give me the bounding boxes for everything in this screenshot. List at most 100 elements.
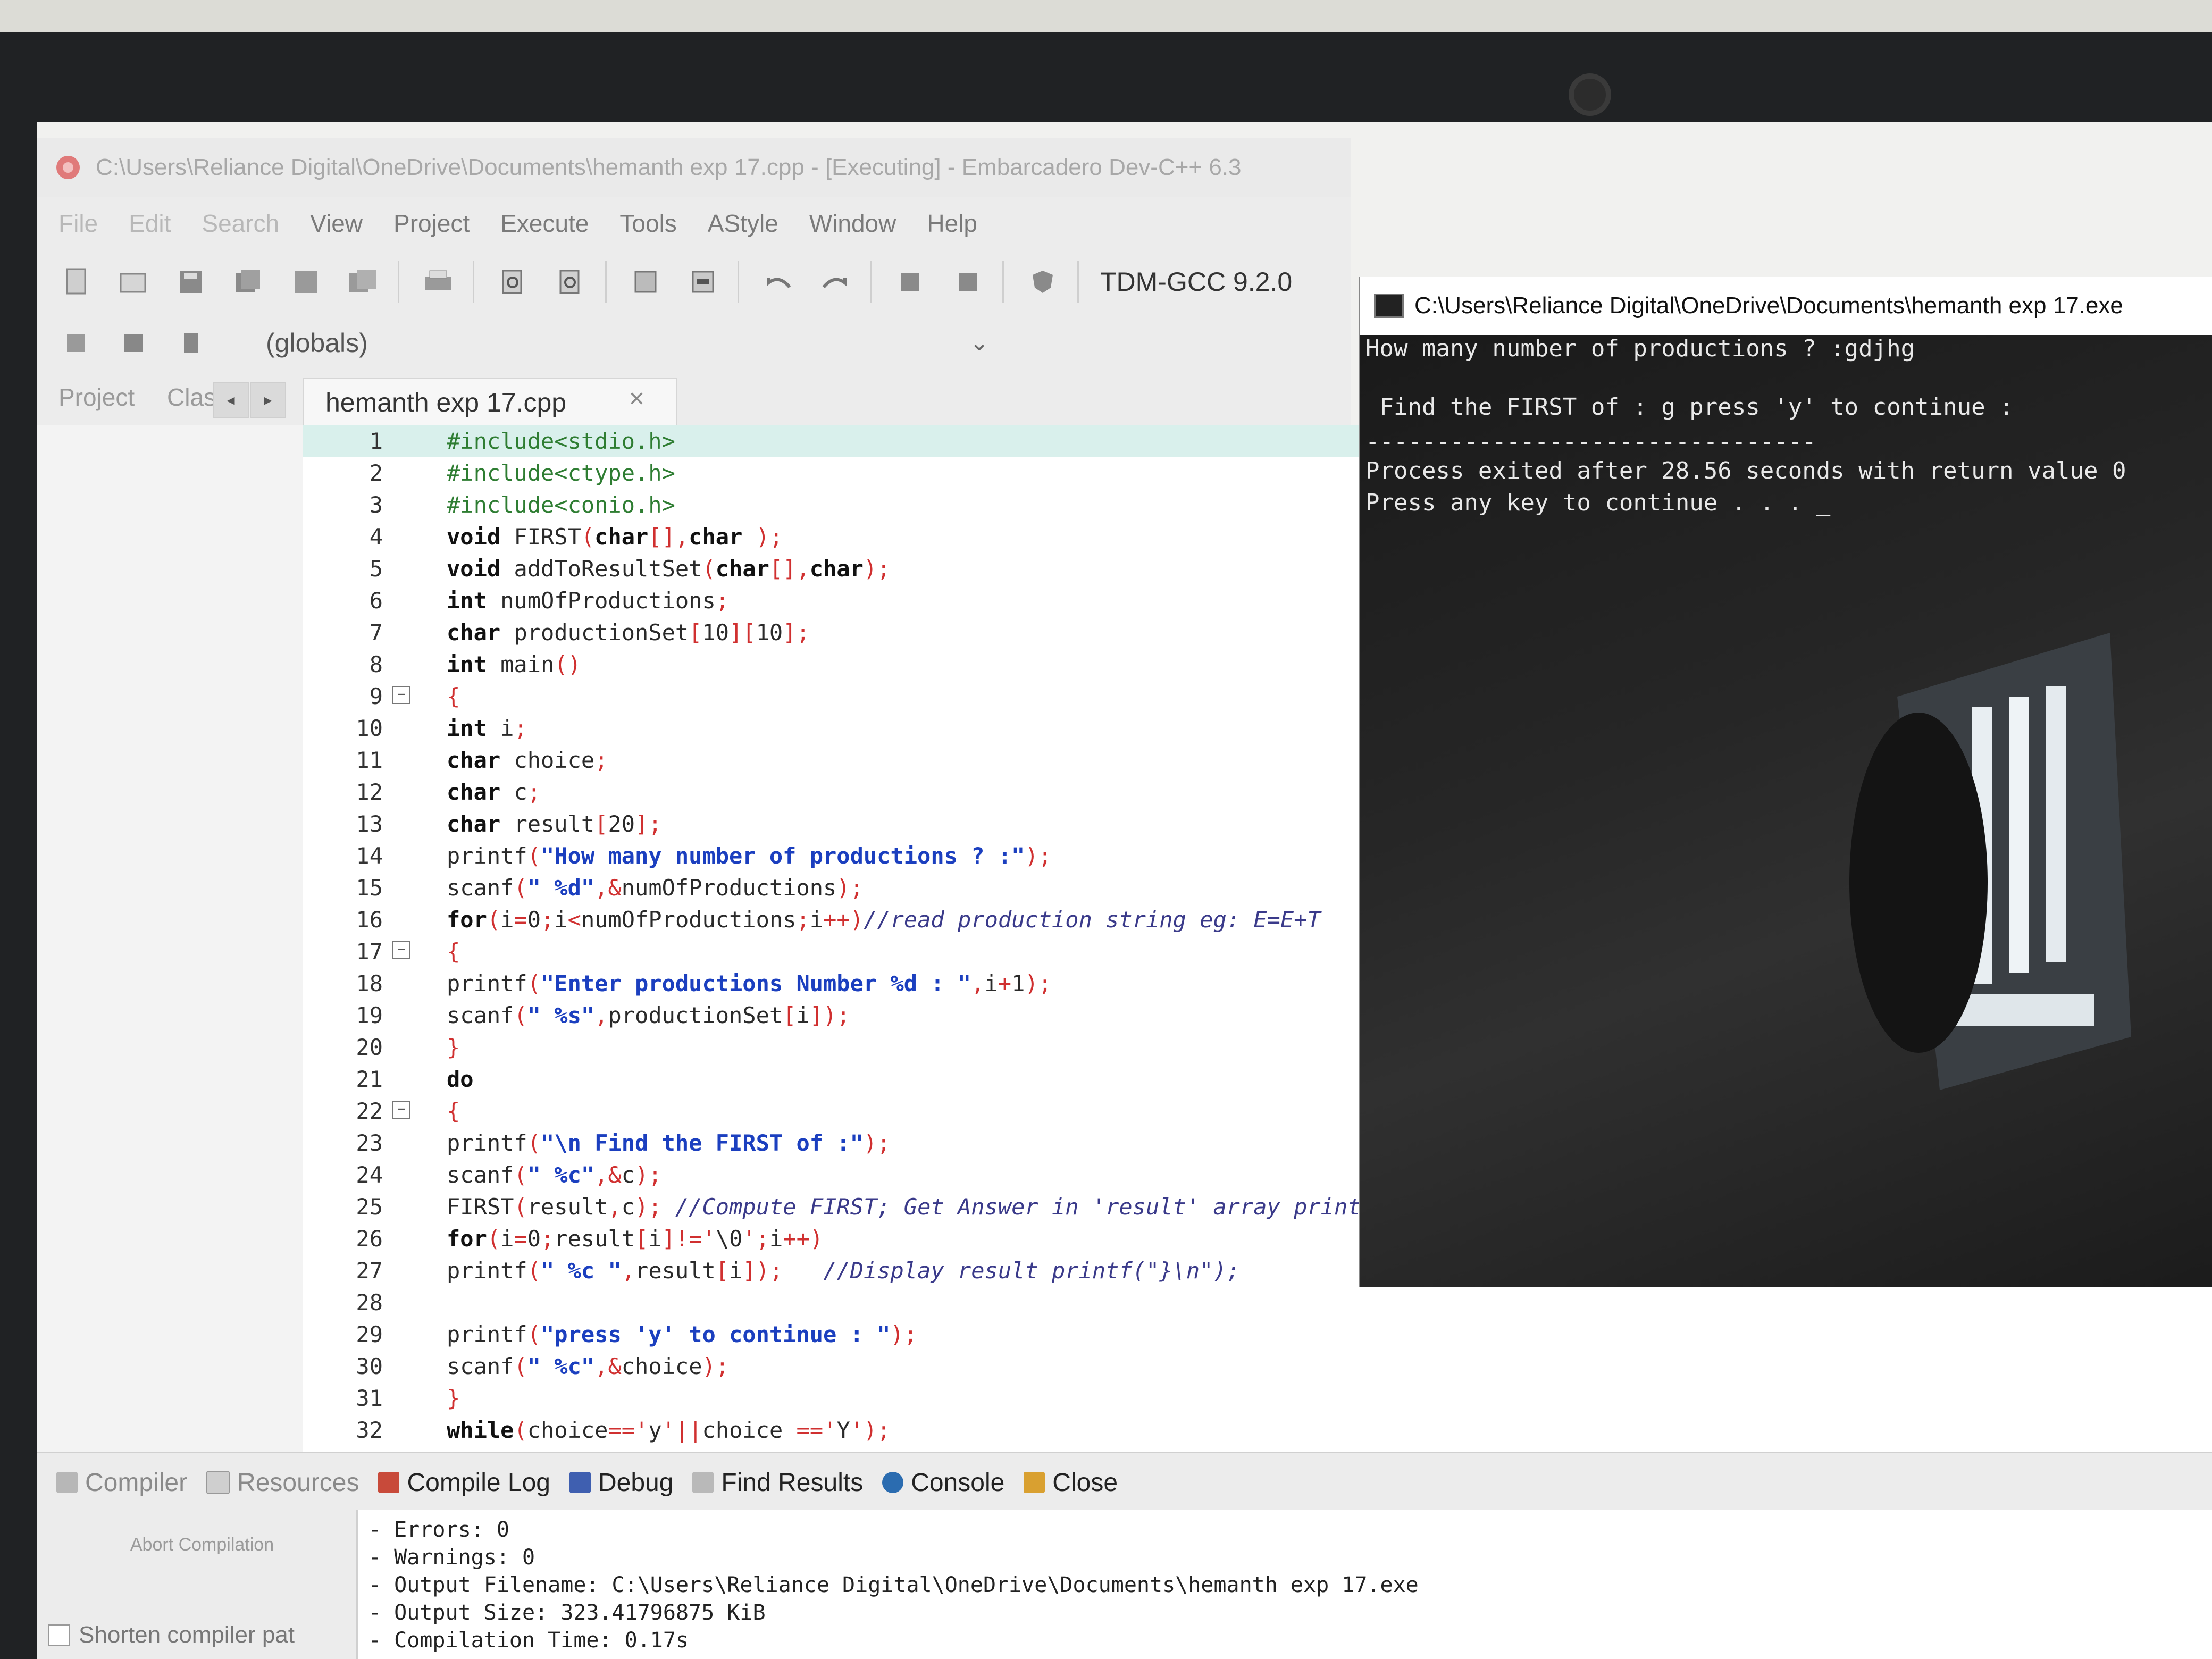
new-file-icon[interactable] [57,263,95,300]
compiler-icon [56,1472,78,1493]
code-text: } [447,1385,460,1411]
debug-icon [569,1472,591,1493]
shorten-paths-label: Shorten compiler pat [79,1622,295,1648]
tab-compiler[interactable]: Compiler [56,1468,187,1497]
tab-classes[interactable]: Clas [167,383,216,412]
line-number: 21 [356,1066,383,1092]
abort-compilation-button[interactable]: Abort Compilation [58,1521,346,1569]
menu-item-edit[interactable]: Edit [129,209,171,238]
class-toolbar: (globals) ⌄ [37,314,1351,372]
line-number: 25 [356,1194,383,1220]
code-text: #include<ctype.h> [447,460,675,486]
tab-compile-log[interactable]: Compile Log [378,1468,550,1497]
console-title-bar: C:\Users\Reliance Digital\OneDrive\Docum… [1360,276,2212,335]
file-tab-label: hemanth exp 17.cpp [325,388,567,417]
code-text: printf("\n Find the FIRST of :"); [447,1130,891,1156]
tab-close-label: Close [1052,1468,1118,1497]
code-text: int main() [447,651,581,677]
tab-debug-label: Debug [598,1468,674,1497]
code-line[interactable]: 30 scanf(" %c",&choice); [303,1351,2212,1382]
chevron-left-icon[interactable]: ◂ [213,382,249,418]
line-number: 19 [356,1002,383,1028]
redo-icon[interactable] [817,263,854,300]
menu-item-window[interactable]: Window [809,209,896,238]
tab-console[interactable]: Console [882,1468,1004,1497]
scope-dropdown[interactable]: (globals) ⌄ [266,322,1000,364]
menu-bar: File Edit Search View Project Execute Tools ASt… [37,197,1351,250]
compiler-select[interactable]: TDM-GCC 9.2.0 [1100,266,1292,297]
menu-item-execute[interactable]: Execute [500,209,589,238]
fold-toggle-icon[interactable]: − [392,686,410,704]
replace-icon[interactable] [552,263,589,300]
tab-compile-log-label: Compile Log [407,1468,550,1497]
goto-line-icon[interactable] [627,263,664,300]
checkbox-icon [48,1624,70,1646]
code-text: while(choice=='y'||choice =='Y'); [447,1417,891,1443]
unindent-icon[interactable] [949,263,986,300]
console-output-line: How many number of productions ? :gdjhg [1365,335,1915,362]
toggle-icon[interactable] [172,324,210,362]
menu-item-file[interactable]: File [58,209,98,238]
compile-log-line: - Errors: 0 [368,1518,509,1542]
console-title: C:\Users\Reliance Digital\OneDrive\Docum… [1414,292,2123,319]
line-number: 13 [356,811,383,837]
line-number: 8 [369,651,383,677]
line-number: 11 [356,747,383,773]
line-number: 23 [356,1130,383,1156]
console-output-line: Process exited after 28.56 seconds with … [1365,457,2126,484]
close-panel-icon [1024,1472,1045,1493]
line-number: 20 [356,1034,383,1060]
line-number: 12 [356,779,383,805]
save-icon[interactable] [172,263,210,300]
close-all-icon[interactable] [345,263,382,300]
line-number: 7 [369,619,383,646]
code-line[interactable]: 28 [303,1287,2212,1319]
close-icon[interactable]: × [629,383,644,414]
code-line[interactable]: 32 while(choice=='y'||choice =='Y'); [303,1414,2212,1446]
tab-close[interactable]: Close [1024,1468,1118,1497]
code-text: scanf(" %c",&choice); [447,1353,730,1379]
print-icon[interactable] [420,263,457,300]
menu-item-search[interactable]: Search [202,209,279,238]
tab-resources-label: Resources [237,1468,359,1497]
screen: C:\Users\Reliance Digital\OneDrive\Docum… [37,122,2212,1659]
console-window[interactable]: C:\Users\Reliance Digital\OneDrive\Docum… [1359,276,2212,1287]
shorten-paths-checkbox[interactable]: Shorten compiler pat [48,1622,295,1648]
insert-icon[interactable] [115,324,152,362]
tab-debug[interactable]: Debug [569,1468,673,1497]
line-number: 24 [356,1162,383,1188]
open-file-icon[interactable] [115,263,152,300]
devcpp-app-icon [53,153,83,182]
fold-toggle-icon[interactable]: − [392,941,410,959]
menu-item-tools[interactable]: Tools [619,209,676,238]
close-file-icon[interactable] [287,263,324,300]
chevron-right-icon[interactable]: ▸ [250,382,286,418]
code-text: } [447,1034,460,1060]
code-text: char c; [447,779,541,805]
menu-item-view[interactable]: View [310,209,363,238]
class-browser-icon[interactable] [57,324,95,362]
undo-icon[interactable] [759,263,797,300]
menu-item-project[interactable]: Project [393,209,470,238]
tab-project[interactable]: Project [58,383,135,412]
code-text: char choice; [447,747,608,773]
line-number: 28 [356,1289,383,1316]
menu-item-help[interactable]: Help [927,209,977,238]
shield-icon[interactable] [1024,263,1061,300]
menu-item-astyle[interactable]: AStyle [708,209,778,238]
save-all-icon[interactable] [230,263,267,300]
code-text: char productionSet[10][10]; [447,619,810,646]
toggle-bookmark-icon[interactable] [684,263,722,300]
tab-find-results[interactable]: Find Results [692,1468,863,1497]
find-icon[interactable] [495,263,532,300]
line-number: 26 [356,1226,383,1252]
tab-console-label: Console [911,1468,1005,1497]
editor-file-tab[interactable]: hemanth exp 17.cpp × [303,378,677,426]
indent-icon[interactable] [892,263,929,300]
code-line[interactable]: 31} [303,1382,2212,1414]
bottom-panel-tabs: Compiler Resources Compile Log Debug Fin… [37,1452,2212,1512]
code-line[interactable]: 29 printf("press 'y' to continue : "); [303,1319,2212,1351]
line-number: 5 [369,556,383,582]
tab-resources[interactable]: Resources [206,1468,359,1497]
fold-toggle-icon[interactable]: − [392,1101,410,1119]
